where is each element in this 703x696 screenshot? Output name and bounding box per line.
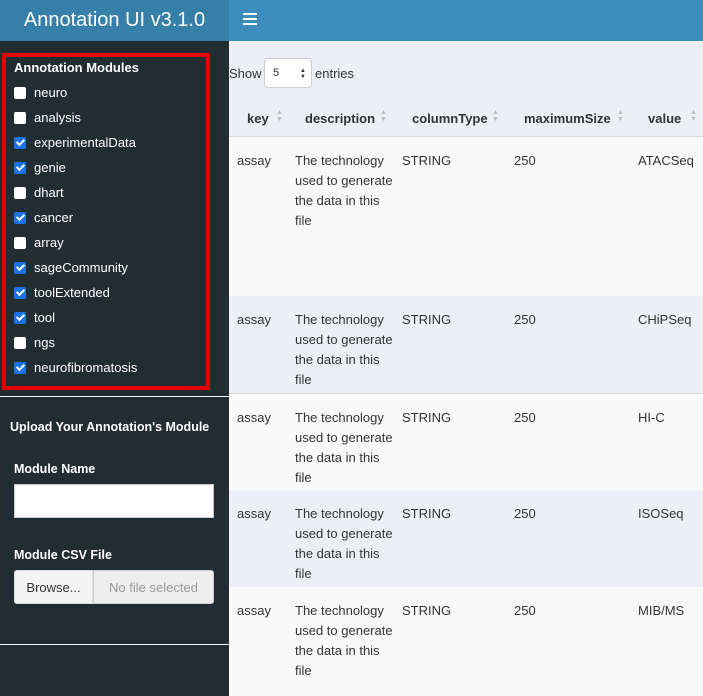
checkbox-icon[interactable] <box>14 261 26 274</box>
cell-value: ISOSeq <box>638 506 684 521</box>
browse-button[interactable]: Browse... <box>14 570 93 604</box>
entries-label: entries <box>315 66 355 81</box>
module-label: dhart <box>34 185 64 200</box>
sort-icon[interactable]: ▲ ▼ <box>276 109 283 123</box>
sidebar: Annotation Modules neuro analysis experi… <box>0 41 229 696</box>
checkbox-icon[interactable] <box>14 211 26 224</box>
module-label: analysis <box>34 110 81 125</box>
checkbox-icon[interactable] <box>14 286 26 299</box>
module-label: tool <box>34 310 55 325</box>
column-header-key[interactable]: key <box>247 111 269 126</box>
modules-title: Annotation Modules <box>14 60 139 75</box>
cell-maximumsize: 250 <box>514 410 536 425</box>
checkbox-icon[interactable] <box>14 311 26 324</box>
module-checkbox-experimentaldata[interactable]: experimentalData <box>14 135 136 150</box>
module-checkbox-tool[interactable]: tool <box>14 310 55 325</box>
checkbox-icon[interactable] <box>14 336 26 349</box>
upload-title: Upload Your Annotation's Module <box>10 420 210 434</box>
module-label: ngs <box>34 335 55 350</box>
cell-description: The technology used to generate the data… <box>295 603 393 678</box>
cell-key: assay <box>237 506 271 521</box>
cell-key: assay <box>237 603 271 618</box>
cell-columntype: STRING <box>402 410 452 425</box>
module-checkbox-genie[interactable]: genie <box>14 160 66 175</box>
module-label: array <box>34 235 64 250</box>
cell-maximumsize: 250 <box>514 153 536 168</box>
sort-icon[interactable]: ▲ ▼ <box>617 109 624 123</box>
module-checkbox-array[interactable]: array <box>14 235 64 250</box>
column-header-maximumsize[interactable]: maximumSize <box>524 111 611 126</box>
cell-key: assay <box>237 153 271 168</box>
checkbox-icon[interactable] <box>14 161 26 174</box>
module-label: genie <box>34 160 66 175</box>
sort-icon[interactable]: ▲ ▼ <box>690 109 697 123</box>
checkbox-icon[interactable] <box>14 136 26 149</box>
checkbox-icon[interactable] <box>14 86 26 99</box>
cell-description: The technology used to generate the data… <box>295 312 393 387</box>
cell-columntype: STRING <box>402 506 452 521</box>
module-checkbox-ngs[interactable]: ngs <box>14 335 55 350</box>
cell-key: assay <box>237 312 271 327</box>
column-header-columntype[interactable]: columnType <box>412 111 488 126</box>
checkbox-icon[interactable] <box>14 111 26 124</box>
cell-maximumsize: 250 <box>514 603 536 618</box>
sort-icon[interactable]: ▲ ▼ <box>380 109 387 123</box>
module-label: toolExtended <box>34 285 110 300</box>
module-checkbox-toolextended[interactable]: toolExtended <box>14 285 110 300</box>
cell-columntype: STRING <box>402 603 452 618</box>
module-label: neuro <box>34 85 68 100</box>
module-name-input[interactable] <box>14 484 214 518</box>
column-header-value[interactable]: value <box>648 111 681 126</box>
module-checkbox-neuro[interactable]: neuro <box>14 85 67 100</box>
top-navbar <box>229 0 703 41</box>
cell-maximumsize: 250 <box>514 312 536 327</box>
module-checkbox-neurofibromatosis[interactable]: neurofibromatosis <box>14 360 137 375</box>
table-row[interactable]: assay The technology used to generate th… <box>229 393 703 490</box>
show-label: Show <box>229 66 262 81</box>
cell-maximumsize: 250 <box>514 506 536 521</box>
checkbox-icon[interactable] <box>14 361 26 374</box>
cell-description: The technology used to generate the data… <box>295 153 393 228</box>
cell-value: ATACSeq <box>638 153 694 168</box>
annotation-modules-panel: Annotation Modules neuro analysis experi… <box>2 53 210 390</box>
table-row[interactable]: assay The technology used to generate th… <box>229 587 703 696</box>
module-checkbox-analysis[interactable]: analysis <box>14 110 81 125</box>
sort-icon[interactable]: ▲ ▼ <box>492 109 499 123</box>
module-checkbox-sagecommunity[interactable]: sageCommunity <box>14 260 128 275</box>
cell-description: The technology used to generate the data… <box>295 506 393 581</box>
cell-value: HI-C <box>638 410 665 425</box>
up-down-arrows-icon: ▲ ▼ <box>300 68 306 80</box>
cell-columntype: STRING <box>402 153 452 168</box>
checkbox-icon[interactable] <box>14 186 26 199</box>
cell-columntype: STRING <box>402 312 452 327</box>
cell-value: MIB/MS <box>638 603 685 618</box>
table-row[interactable]: assay The technology used to generate th… <box>229 296 703 393</box>
cell-key: assay <box>237 410 271 425</box>
module-label: experimentalData <box>34 135 136 150</box>
module-name-label: Module Name <box>14 462 96 476</box>
module-checkbox-dhart[interactable]: dhart <box>14 185 64 200</box>
table-row[interactable]: assay The technology used to generate th… <box>229 137 703 296</box>
module-label: neurofibromatosis <box>34 360 138 375</box>
module-label: cancer <box>34 210 74 225</box>
table-header: key ▲ ▼ description ▲ ▼ columnType ▲ ▼ maxi… <box>229 97 703 137</box>
page-length-value: 5 <box>273 67 280 79</box>
column-header-description[interactable]: description <box>305 111 375 126</box>
module-csv-label: Module CSV File <box>14 548 112 562</box>
module-checkbox-cancer[interactable]: cancer <box>14 210 73 225</box>
file-status: No file selected <box>93 570 214 604</box>
sidebar-divider <box>0 396 229 397</box>
page-length-select[interactable]: 5 ▲ ▼ <box>264 58 312 88</box>
table-row[interactable]: assay The technology used to generate th… <box>229 490 703 587</box>
hamburger-icon[interactable] <box>243 13 257 25</box>
app-title: Annotation UI v3.1.0 <box>0 0 229 41</box>
module-label: sageCommunity <box>34 260 128 275</box>
sidebar-divider <box>0 644 229 645</box>
cell-value: CHiPSeq <box>638 312 692 327</box>
cell-description: The technology used to generate the data… <box>295 410 393 485</box>
main-content: Show 5 ▲ ▼ entries key ▲ ▼ description ▲ ▼ … <box>229 41 703 696</box>
checkbox-icon[interactable] <box>14 236 26 249</box>
